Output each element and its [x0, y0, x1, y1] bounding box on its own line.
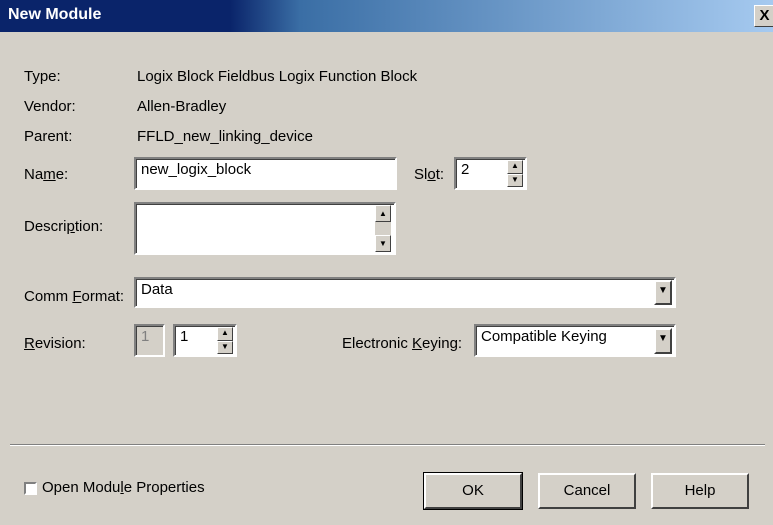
name-label: Name: [24, 166, 69, 183]
spin-down-icon[interactable]: ▼ [507, 173, 523, 187]
description-input[interactable] [134, 202, 396, 255]
spin-up-icon[interactable]: ▲ [217, 327, 233, 341]
title-bar: New Module X [0, 0, 773, 32]
window-title: New Module [8, 6, 102, 23]
name-input-value: new_logix_block [141, 161, 252, 178]
type-value: Logix Block Fieldbus Logix Function Bloc… [137, 68, 418, 85]
chevron-down-icon[interactable]: ▼ [654, 280, 672, 305]
revision-label: Revision: [24, 335, 86, 352]
slot-input-value: 2 [461, 161, 470, 178]
revision-minor-value: 1 [180, 328, 189, 345]
keying-select[interactable]: Compatible Keying [474, 324, 676, 357]
scroll-down-icon[interactable]: ▼ [375, 235, 391, 252]
open-properties-checkbox[interactable] [24, 482, 37, 495]
parent-value: FFLD_new_linking_device [137, 128, 313, 145]
close-button[interactable]: X [754, 5, 773, 27]
type-label: Type: [24, 68, 61, 85]
chevron-down-icon[interactable]: ▼ [654, 328, 672, 354]
cancel-button[interactable]: Cancel [538, 473, 636, 509]
slot-spinner[interactable]: ▲ ▼ [507, 160, 523, 187]
revision-major-input: 1 [134, 324, 165, 357]
comm-format-label: Comm Format: [24, 288, 125, 305]
name-input[interactable]: new_logix_block [134, 157, 397, 190]
keying-label: Electronic Keying: [342, 335, 463, 352]
ok-button[interactable]: OK [423, 472, 523, 510]
help-button[interactable]: Help [651, 473, 749, 509]
scroll-up-icon[interactable]: ▲ [375, 205, 391, 222]
revision-major-value: 1 [141, 328, 150, 345]
comm-format-select[interactable]: Data [134, 277, 676, 308]
spin-down-icon[interactable]: ▼ [217, 340, 233, 354]
keying-value: Compatible Keying [481, 328, 607, 345]
close-icon: X [759, 7, 770, 24]
scroll-track[interactable] [375, 222, 391, 235]
description-scrollbar[interactable]: ▲ ▼ [375, 205, 391, 252]
description-label: Description: [24, 218, 104, 235]
separator [10, 444, 765, 446]
vendor-value: Allen-Bradley [137, 98, 227, 115]
vendor-label: Vendor: [24, 98, 76, 115]
open-properties-label[interactable]: Open Module Properties [42, 479, 205, 496]
revision-spinner[interactable]: ▲ ▼ [217, 327, 233, 354]
comm-format-value: Data [141, 281, 173, 298]
slot-label: Slot: [414, 166, 445, 183]
parent-label: Parent: [24, 128, 73, 145]
spin-up-icon[interactable]: ▲ [507, 160, 523, 174]
